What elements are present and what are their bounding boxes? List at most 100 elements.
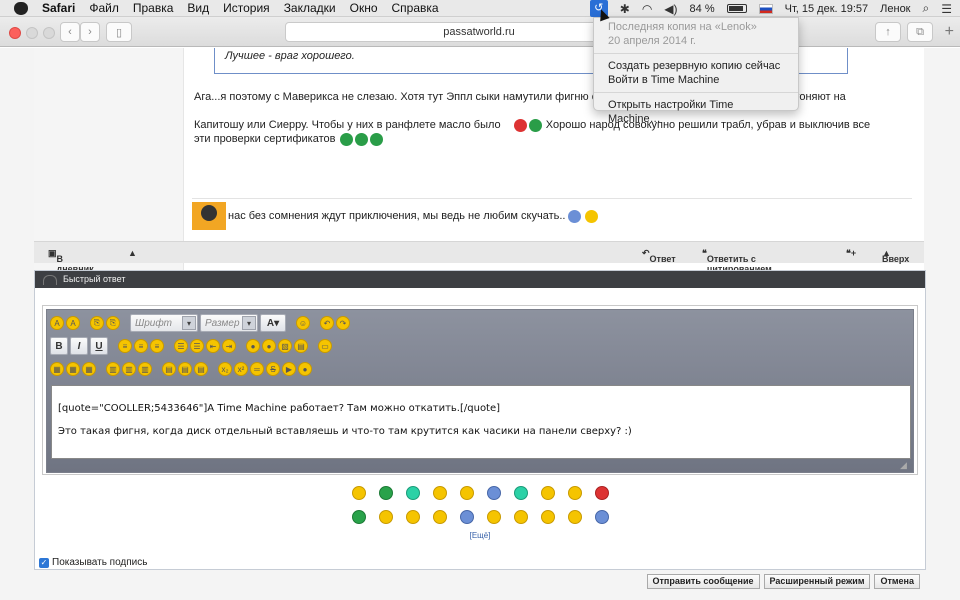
menu-edit[interactable]: Правка <box>133 1 174 15</box>
smiley-icon[interactable] <box>567 486 582 500</box>
reply-with-quote-button[interactable]: ❝ Ответить с цитированием <box>702 248 772 274</box>
advanced-mode-button[interactable]: Расширенный режим <box>763 574 871 589</box>
remove-link-icon[interactable]: ● <box>262 339 276 353</box>
scroll-top-button[interactable]: Вверх ▲ <box>882 248 909 264</box>
redo-icon[interactable]: ↷ <box>336 316 350 330</box>
bold-button[interactable]: B <box>50 337 68 355</box>
italic-button[interactable]: I <box>70 337 88 355</box>
battery-icon[interactable] <box>726 4 747 13</box>
align-center-icon[interactable]: ≡ <box>134 339 148 353</box>
table-delete-icon[interactable]: ▦ <box>82 362 96 376</box>
forward-button[interactable]: › <box>80 22 100 42</box>
menu-file[interactable]: Файл <box>89 1 119 15</box>
more-smileys-link[interactable]: [Ещё] <box>35 531 925 540</box>
remove-format-icon[interactable]: A <box>66 316 80 330</box>
font-color-icon[interactable]: A <box>50 316 64 330</box>
align-right-icon[interactable]: ≡ <box>150 339 164 353</box>
input-source-flag-icon[interactable] <box>758 3 773 14</box>
size-select[interactable]: Размер ▾ <box>200 314 258 332</box>
undo-icon[interactable]: ↶ <box>320 316 334 330</box>
notification-center-icon[interactable]: ☰ <box>941 2 952 16</box>
smiley-icon[interactable] <box>405 510 420 524</box>
resize-handle-icon[interactable]: ◢ <box>900 460 910 470</box>
clock[interactable]: Чт, 15 дек. 19:57 <box>785 3 869 15</box>
submit-button[interactable]: Отправить сообщение <box>646 574 760 589</box>
smiley-icon[interactable] <box>486 510 501 524</box>
smiley-icon[interactable] <box>459 510 474 524</box>
underline-button[interactable]: U <box>90 337 108 355</box>
enter-time-machine-item[interactable]: Войти в Time Machine <box>594 73 798 87</box>
cancel-button[interactable]: Отмена <box>874 574 920 589</box>
checkbox-checked-icon[interactable]: ✓ <box>39 557 49 568</box>
smiley-icon[interactable] <box>540 510 555 524</box>
smiley-icon[interactable] <box>594 510 609 524</box>
bluetooth-icon[interactable]: ✱ <box>620 2 630 16</box>
zoom-window-button[interactable] <box>43 27 55 39</box>
html-icon[interactable]: ▥ <box>138 362 152 376</box>
strikethrough-icon[interactable]: S <box>266 362 280 376</box>
spotlight-search-icon[interactable]: ⌕ <box>923 1 930 16</box>
backup-now-item[interactable]: Создать резервную копию сейчас <box>594 59 798 73</box>
smiley-icon[interactable] <box>486 486 501 500</box>
new-tab-icon[interactable]: + <box>945 23 954 41</box>
smiley-icon[interactable] <box>378 486 393 500</box>
table-icon[interactable]: ▦ <box>50 362 64 376</box>
back-button[interactable]: ‹ <box>60 22 80 42</box>
smiley-icon[interactable] <box>351 486 366 500</box>
ordered-list-icon[interactable]: ☰ <box>174 339 188 353</box>
battery-percent[interactable]: 84 % <box>690 3 715 15</box>
apple-menu-icon[interactable] <box>14 1 28 15</box>
quick-reply-header[interactable]: Быстрый ответ <box>35 271 925 288</box>
menu-help[interactable]: Справка <box>392 1 439 15</box>
insert-video-icon[interactable]: ▤ <box>294 339 308 353</box>
attach-icon[interactable]: ▤ <box>194 362 208 376</box>
diary-button[interactable]: ▣ В дневник <box>48 248 94 274</box>
smiley-icon[interactable] <box>432 486 447 500</box>
user-name[interactable]: Ленок <box>880 3 910 15</box>
smiley-icon[interactable] <box>432 510 447 524</box>
unordered-list-icon[interactable]: ☰ <box>190 339 204 353</box>
text-color-button[interactable]: A▾ <box>260 314 286 332</box>
align-left-icon[interactable]: ≡ <box>118 339 132 353</box>
message-textarea[interactable]: [quote="COOLLER;5433646"]А Time Machine … <box>51 385 911 459</box>
multiquote-icon[interactable]: ❝+ <box>846 248 856 259</box>
indent-icon[interactable]: ⇥ <box>222 339 236 353</box>
smiley-icon[interactable] <box>540 486 555 500</box>
report-icon[interactable]: ▲ <box>128 248 137 258</box>
media-icon[interactable]: ▶ <box>282 362 296 376</box>
quote-icon[interactable]: ▭ <box>318 339 332 353</box>
horizontal-rule-icon[interactable]: ═ <box>250 362 264 376</box>
insert-image-icon[interactable]: ▧ <box>278 339 292 353</box>
show-signature-option[interactable]: ✓ Показывать подпись <box>39 557 147 568</box>
smiley-icon[interactable] <box>351 510 366 524</box>
php-icon[interactable]: ▥ <box>122 362 136 376</box>
paste-icon[interactable]: ⎘ <box>90 316 104 330</box>
sidebar-button[interactable]: ▯ <box>106 22 132 42</box>
menu-bookmarks[interactable]: Закладки <box>284 1 336 15</box>
share-button[interactable]: ↑ <box>875 22 901 42</box>
hide-icon[interactable]: ▤ <box>178 362 192 376</box>
volume-icon[interactable]: ◀) <box>664 2 677 16</box>
smiley-icon[interactable] <box>459 486 474 500</box>
insert-link-icon[interactable]: ● <box>246 339 260 353</box>
open-tm-preferences-item[interactable]: Открыть настройки Time Machine… <box>594 98 798 126</box>
smiley-icon[interactable] <box>594 486 609 500</box>
code-icon[interactable]: ▥ <box>106 362 120 376</box>
wifi-icon[interactable]: ◠ <box>642 2 652 16</box>
spoiler-icon[interactable]: ▤ <box>162 362 176 376</box>
reply-button[interactable]: ↶ Ответ <box>642 248 676 264</box>
menu-view[interactable]: Вид <box>187 1 209 15</box>
menu-window[interactable]: Окно <box>350 1 378 15</box>
smiley-picker-icon[interactable]: ☺ <box>296 316 310 330</box>
menu-history[interactable]: История <box>223 1 270 15</box>
font-select[interactable]: Шрифт ▾ <box>130 314 198 332</box>
smiley-icon[interactable] <box>567 510 582 524</box>
table-row-icon[interactable]: ▦ <box>66 362 80 376</box>
outdent-icon[interactable]: ⇤ <box>206 339 220 353</box>
show-tabs-button[interactable]: ⧉ <box>907 22 933 42</box>
cooler-icon[interactable]: ● <box>298 362 312 376</box>
smiley-icon[interactable] <box>513 486 528 500</box>
paste-text-icon[interactable]: ⎘ <box>106 316 120 330</box>
smiley-icon[interactable] <box>405 486 420 500</box>
menu-app-name[interactable]: Safari <box>42 1 75 15</box>
